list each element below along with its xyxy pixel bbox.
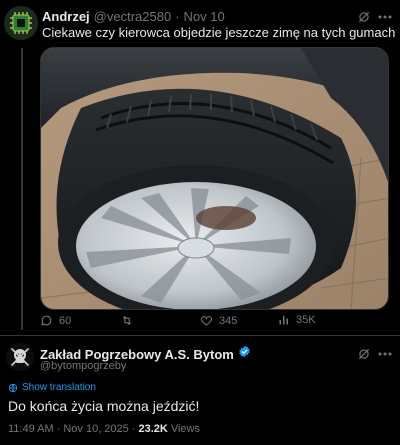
- retweet-icon: [122, 315, 132, 326]
- reply-icon: [41, 315, 52, 326]
- views-count: 35K: [296, 314, 316, 326]
- tweet-photo[interactable]: [40, 47, 389, 310]
- author-name[interactable]: Andrzej: [42, 9, 90, 24]
- tweet-header: Andrzej @vectra2580 · Nov 10: [42, 9, 225, 24]
- author-handle[interactable]: @vectra2580: [94, 9, 172, 24]
- reply-views-label: Views: [170, 423, 200, 435]
- reply-meta: 11:49 AM · Nov 10, 2025 · 23.2K Views: [8, 423, 200, 435]
- meta-separator-2: ·: [131, 423, 136, 435]
- tweet-actions: 60 345 35K: [40, 314, 390, 334]
- tweet-text-body: Ciekawe czy kierowca objedzie jeszcze zi…: [42, 25, 396, 40]
- reply-text: Do końca życia można jeździć!: [8, 398, 200, 414]
- views-button[interactable]: 35K: [278, 314, 316, 326]
- views-icon: [279, 316, 288, 325]
- grok-icon[interactable]: [356, 9, 372, 25]
- reply-time[interactable]: 11:49 AM: [8, 423, 54, 435]
- tweet-divider: [0, 335, 400, 336]
- reply-handle-row: @bytompogrzeby: [40, 360, 126, 372]
- reply-views-count: 23.2K: [138, 423, 168, 435]
- reply-grok-icon[interactable]: [356, 346, 372, 362]
- show-translation-link[interactable]: Show translation: [8, 382, 96, 393]
- translate-icon: [8, 383, 18, 392]
- reply-button[interactable]: 60: [40, 314, 71, 327]
- reply-date[interactable]: Nov 10, 2025: [63, 423, 128, 435]
- more-icon[interactable]: [377, 9, 393, 25]
- tweet-date[interactable]: Nov 10: [184, 9, 225, 24]
- like-count: 345: [219, 314, 238, 327]
- tweet-text: Ciekawe czy kierowca objedzie jeszcze zi…: [42, 25, 400, 41]
- reply-more-icon[interactable]: [377, 346, 393, 362]
- show-translation-label[interactable]: Show translation: [22, 382, 96, 393]
- verified-badge-icon: [238, 345, 251, 363]
- reply-count: 60: [59, 314, 72, 327]
- like-button[interactable]: 345: [200, 314, 237, 327]
- reply-author-handle[interactable]: @bytompogrzeby: [40, 360, 126, 372]
- meta-separator-1: ·: [56, 423, 61, 435]
- skull-avatar[interactable]: [6, 343, 34, 371]
- like-icon: [200, 316, 213, 326]
- thread-line: [21, 48, 23, 330]
- author-avatar[interactable]: [4, 6, 38, 40]
- retweet-button[interactable]: [120, 314, 140, 327]
- header-separator: ·: [175, 9, 180, 24]
